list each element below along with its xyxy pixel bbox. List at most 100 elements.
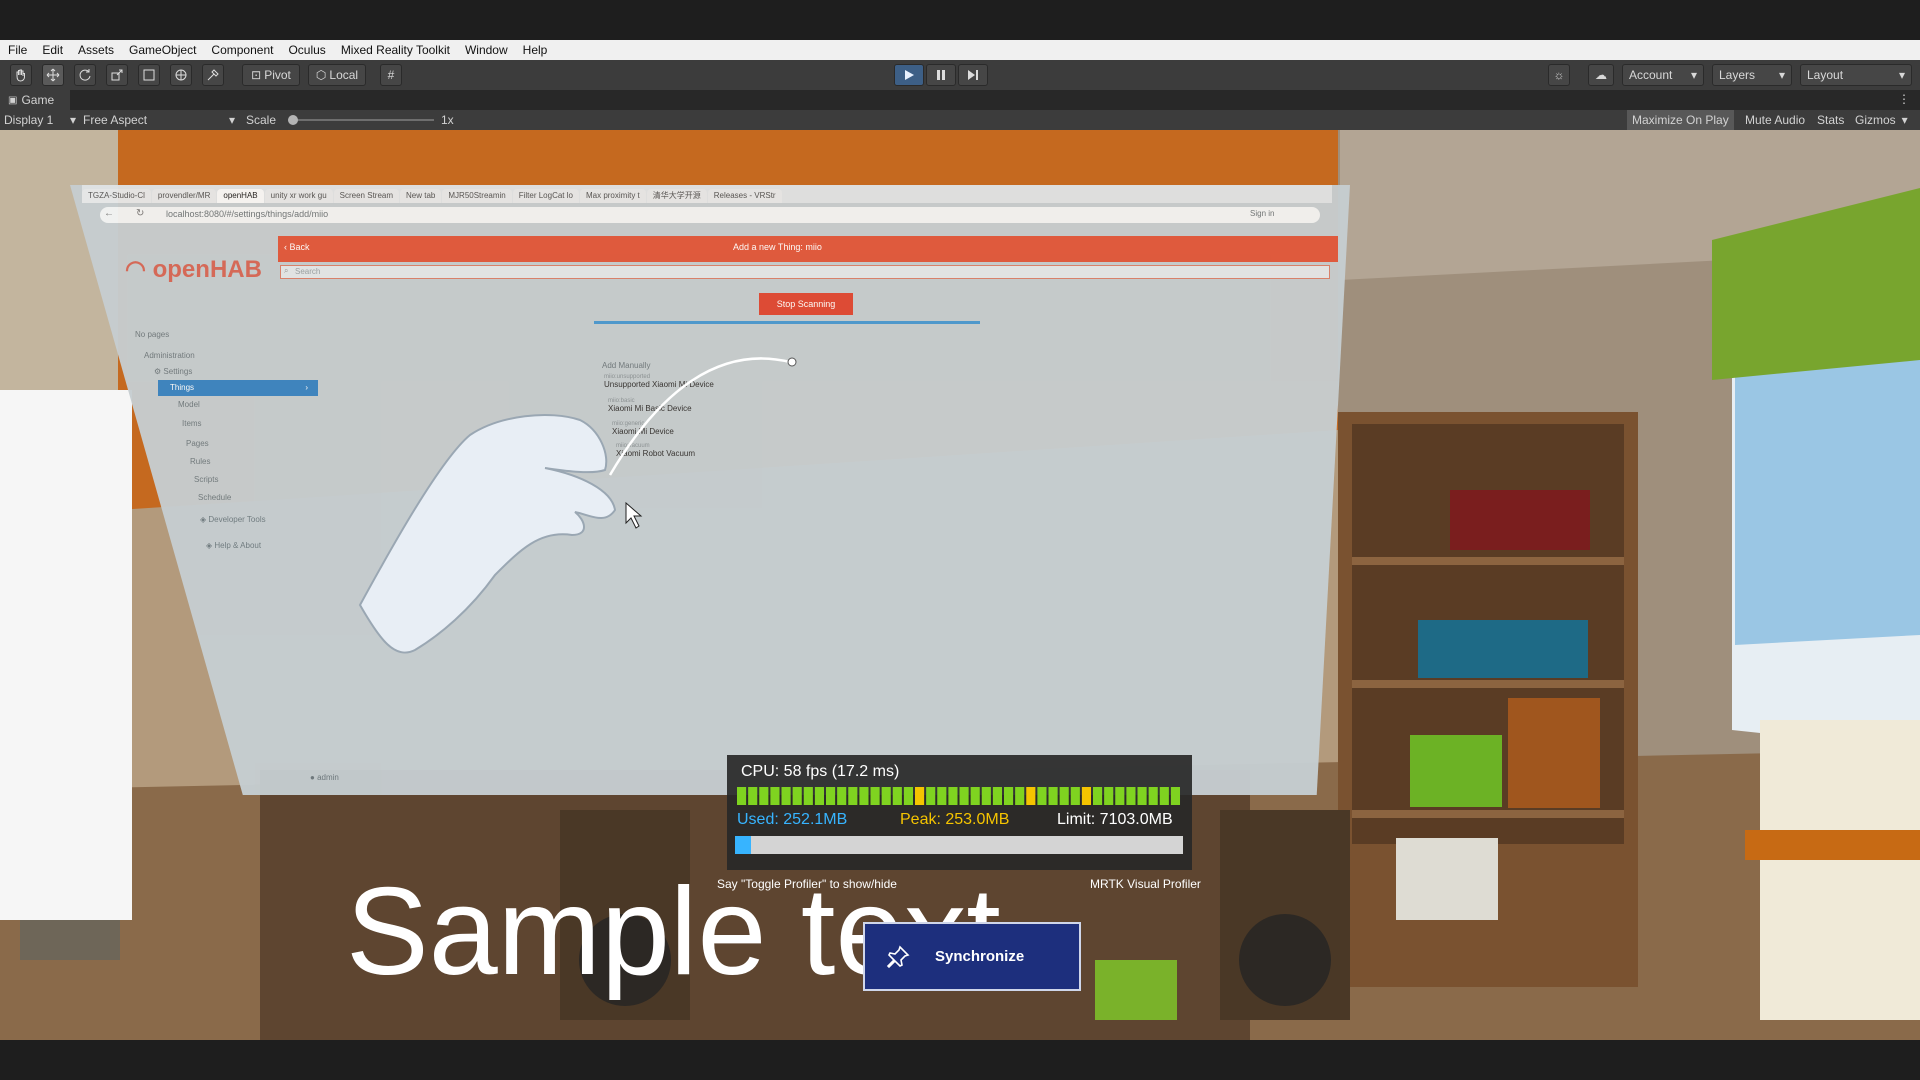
transform-icon xyxy=(175,69,187,81)
frame-bar xyxy=(759,787,769,805)
frame-bar xyxy=(892,787,902,805)
frame-bar xyxy=(981,787,991,805)
account-dropdown[interactable]: Account ▾ xyxy=(1622,64,1704,86)
frame-bar xyxy=(1048,787,1058,805)
pointer-cursor-dot xyxy=(787,357,797,367)
frame-bar xyxy=(1037,787,1047,805)
maximize-on-play-toggle[interactable]: Maximize On Play xyxy=(1627,110,1734,130)
move-icon xyxy=(46,68,60,82)
hand-icon xyxy=(16,69,25,82)
frame-bar xyxy=(1093,787,1103,805)
lighting-button[interactable]: ☼ xyxy=(1548,64,1570,86)
grid-icon: # xyxy=(387,68,395,82)
game-viewport[interactable]: TGZA-Studio-Cl provendler/MR openHAB uni… xyxy=(0,130,1920,1040)
menu-window[interactable]: Window xyxy=(457,43,515,57)
frame-bar xyxy=(926,787,936,805)
frame-bar xyxy=(859,787,869,805)
scale-tool-button[interactable] xyxy=(106,64,128,86)
frame-bar xyxy=(1081,787,1092,805)
pause-icon xyxy=(937,70,945,80)
pivot-icon: ⊡ xyxy=(251,68,262,82)
frame-bar xyxy=(1026,787,1036,805)
frame-bar xyxy=(903,787,914,805)
grid-snap-button[interactable]: # xyxy=(380,64,402,86)
chevron-down-icon: ▾ xyxy=(69,113,76,127)
rect-tool-button[interactable] xyxy=(138,64,160,86)
layers-dropdown[interactable]: Layers ▾ xyxy=(1712,64,1792,86)
step-icon xyxy=(968,70,978,80)
frame-bar xyxy=(792,787,802,805)
hand-tool-button[interactable] xyxy=(10,64,32,86)
cube-icon: ⬡ xyxy=(315,68,327,82)
aspect-dropdown[interactable]: Free Aspect ▾ xyxy=(83,113,235,127)
transform-tool-button[interactable] xyxy=(170,64,192,86)
frame-bar xyxy=(848,787,858,805)
play-button[interactable] xyxy=(894,64,924,86)
frame-bar xyxy=(881,787,891,805)
sun-icon: ☼ xyxy=(1553,68,1565,82)
gamepad-icon: ▣ xyxy=(8,94,18,106)
rotate-tool-button[interactable] xyxy=(74,64,96,86)
frame-bar xyxy=(1126,787,1136,805)
menu-oculus[interactable]: Oculus xyxy=(280,43,332,57)
synchronize-label: Synchronize xyxy=(935,948,1025,965)
frame-bar xyxy=(814,787,825,805)
menu-component[interactable]: Component xyxy=(203,43,280,57)
synchronize-button[interactable]: Synchronize xyxy=(863,922,1081,991)
menu-file[interactable]: File xyxy=(0,43,34,57)
play-icon xyxy=(905,70,914,80)
local-toggle[interactable]: ⬡ Local xyxy=(308,64,366,86)
game-tab[interactable]: ▣ Game xyxy=(0,90,70,110)
pause-button[interactable] xyxy=(926,64,956,86)
frame-bar xyxy=(1170,787,1181,805)
gizmos-dropdown[interactable]: Gizmos ▾ xyxy=(1852,110,1911,130)
frame-bar xyxy=(826,787,836,805)
frame-bar xyxy=(948,787,958,805)
tools-icon xyxy=(207,69,219,81)
profiler-title: MRTK Visual Profiler xyxy=(1090,877,1201,891)
pin-icon xyxy=(886,945,910,968)
frame-bar xyxy=(837,787,847,805)
mute-audio-toggle[interactable]: Mute Audio xyxy=(1742,110,1808,130)
chevron-down-icon: ▾ xyxy=(228,113,235,127)
frame-bar xyxy=(1148,787,1158,805)
memory-bar-fill xyxy=(735,836,751,854)
menu-help[interactable]: Help xyxy=(515,43,555,57)
scale-label: Scale xyxy=(246,113,277,127)
game-tab-bar: ▣ Game ⋮ xyxy=(0,90,1920,110)
custom-tool-button[interactable] xyxy=(202,64,224,86)
frame-bar xyxy=(959,787,969,805)
menu-edit[interactable]: Edit xyxy=(34,43,70,57)
memory-used-text: Used: 252.1MB xyxy=(737,811,848,828)
frame-bar xyxy=(992,787,1003,805)
scale-slider-thumb[interactable] xyxy=(288,115,298,125)
frame-bar xyxy=(1115,787,1125,805)
frame-rate-bars xyxy=(737,787,1181,805)
window-titlebar-area xyxy=(0,0,1920,40)
frame-bar xyxy=(1104,787,1114,805)
stats-toggle[interactable]: Stats xyxy=(1814,110,1847,130)
cloud-icon: ☁ xyxy=(1595,68,1607,82)
pivot-toggle[interactable]: ⊡ Pivot xyxy=(242,64,300,86)
virtual-hand xyxy=(358,414,617,654)
visual-profiler-panel: CPU: 58 fps (17.2 ms) Used: 252.1MB Peak… xyxy=(727,755,1192,870)
frame-bar xyxy=(770,787,780,805)
menu-bar: File Edit Assets GameObject Component Oc… xyxy=(0,40,1920,60)
mouse-cursor-icon xyxy=(625,501,643,529)
cloud-button[interactable]: ☁ xyxy=(1588,64,1614,86)
step-button[interactable] xyxy=(958,64,988,86)
menu-gameobject[interactable]: GameObject xyxy=(121,43,203,57)
frame-bar xyxy=(970,787,980,805)
scale-slider[interactable] xyxy=(288,115,434,125)
display-dropdown[interactable]: Display 1 ▾ xyxy=(4,113,76,127)
menu-mixed-reality-toolkit[interactable]: Mixed Reality Toolkit xyxy=(333,43,457,57)
frame-bar xyxy=(1159,787,1169,805)
cpu-fps-text: CPU: 58 fps (17.2 ms) xyxy=(741,763,900,780)
chevron-down-icon: ▾ xyxy=(1778,68,1785,82)
move-tool-button[interactable] xyxy=(42,64,64,86)
frame-bar xyxy=(748,787,758,805)
menu-assets[interactable]: Assets xyxy=(70,43,121,57)
frame-bar xyxy=(915,787,925,805)
more-options-icon[interactable]: ⋮ xyxy=(1898,92,1910,106)
layout-dropdown[interactable]: Layout ▾ xyxy=(1800,64,1912,86)
